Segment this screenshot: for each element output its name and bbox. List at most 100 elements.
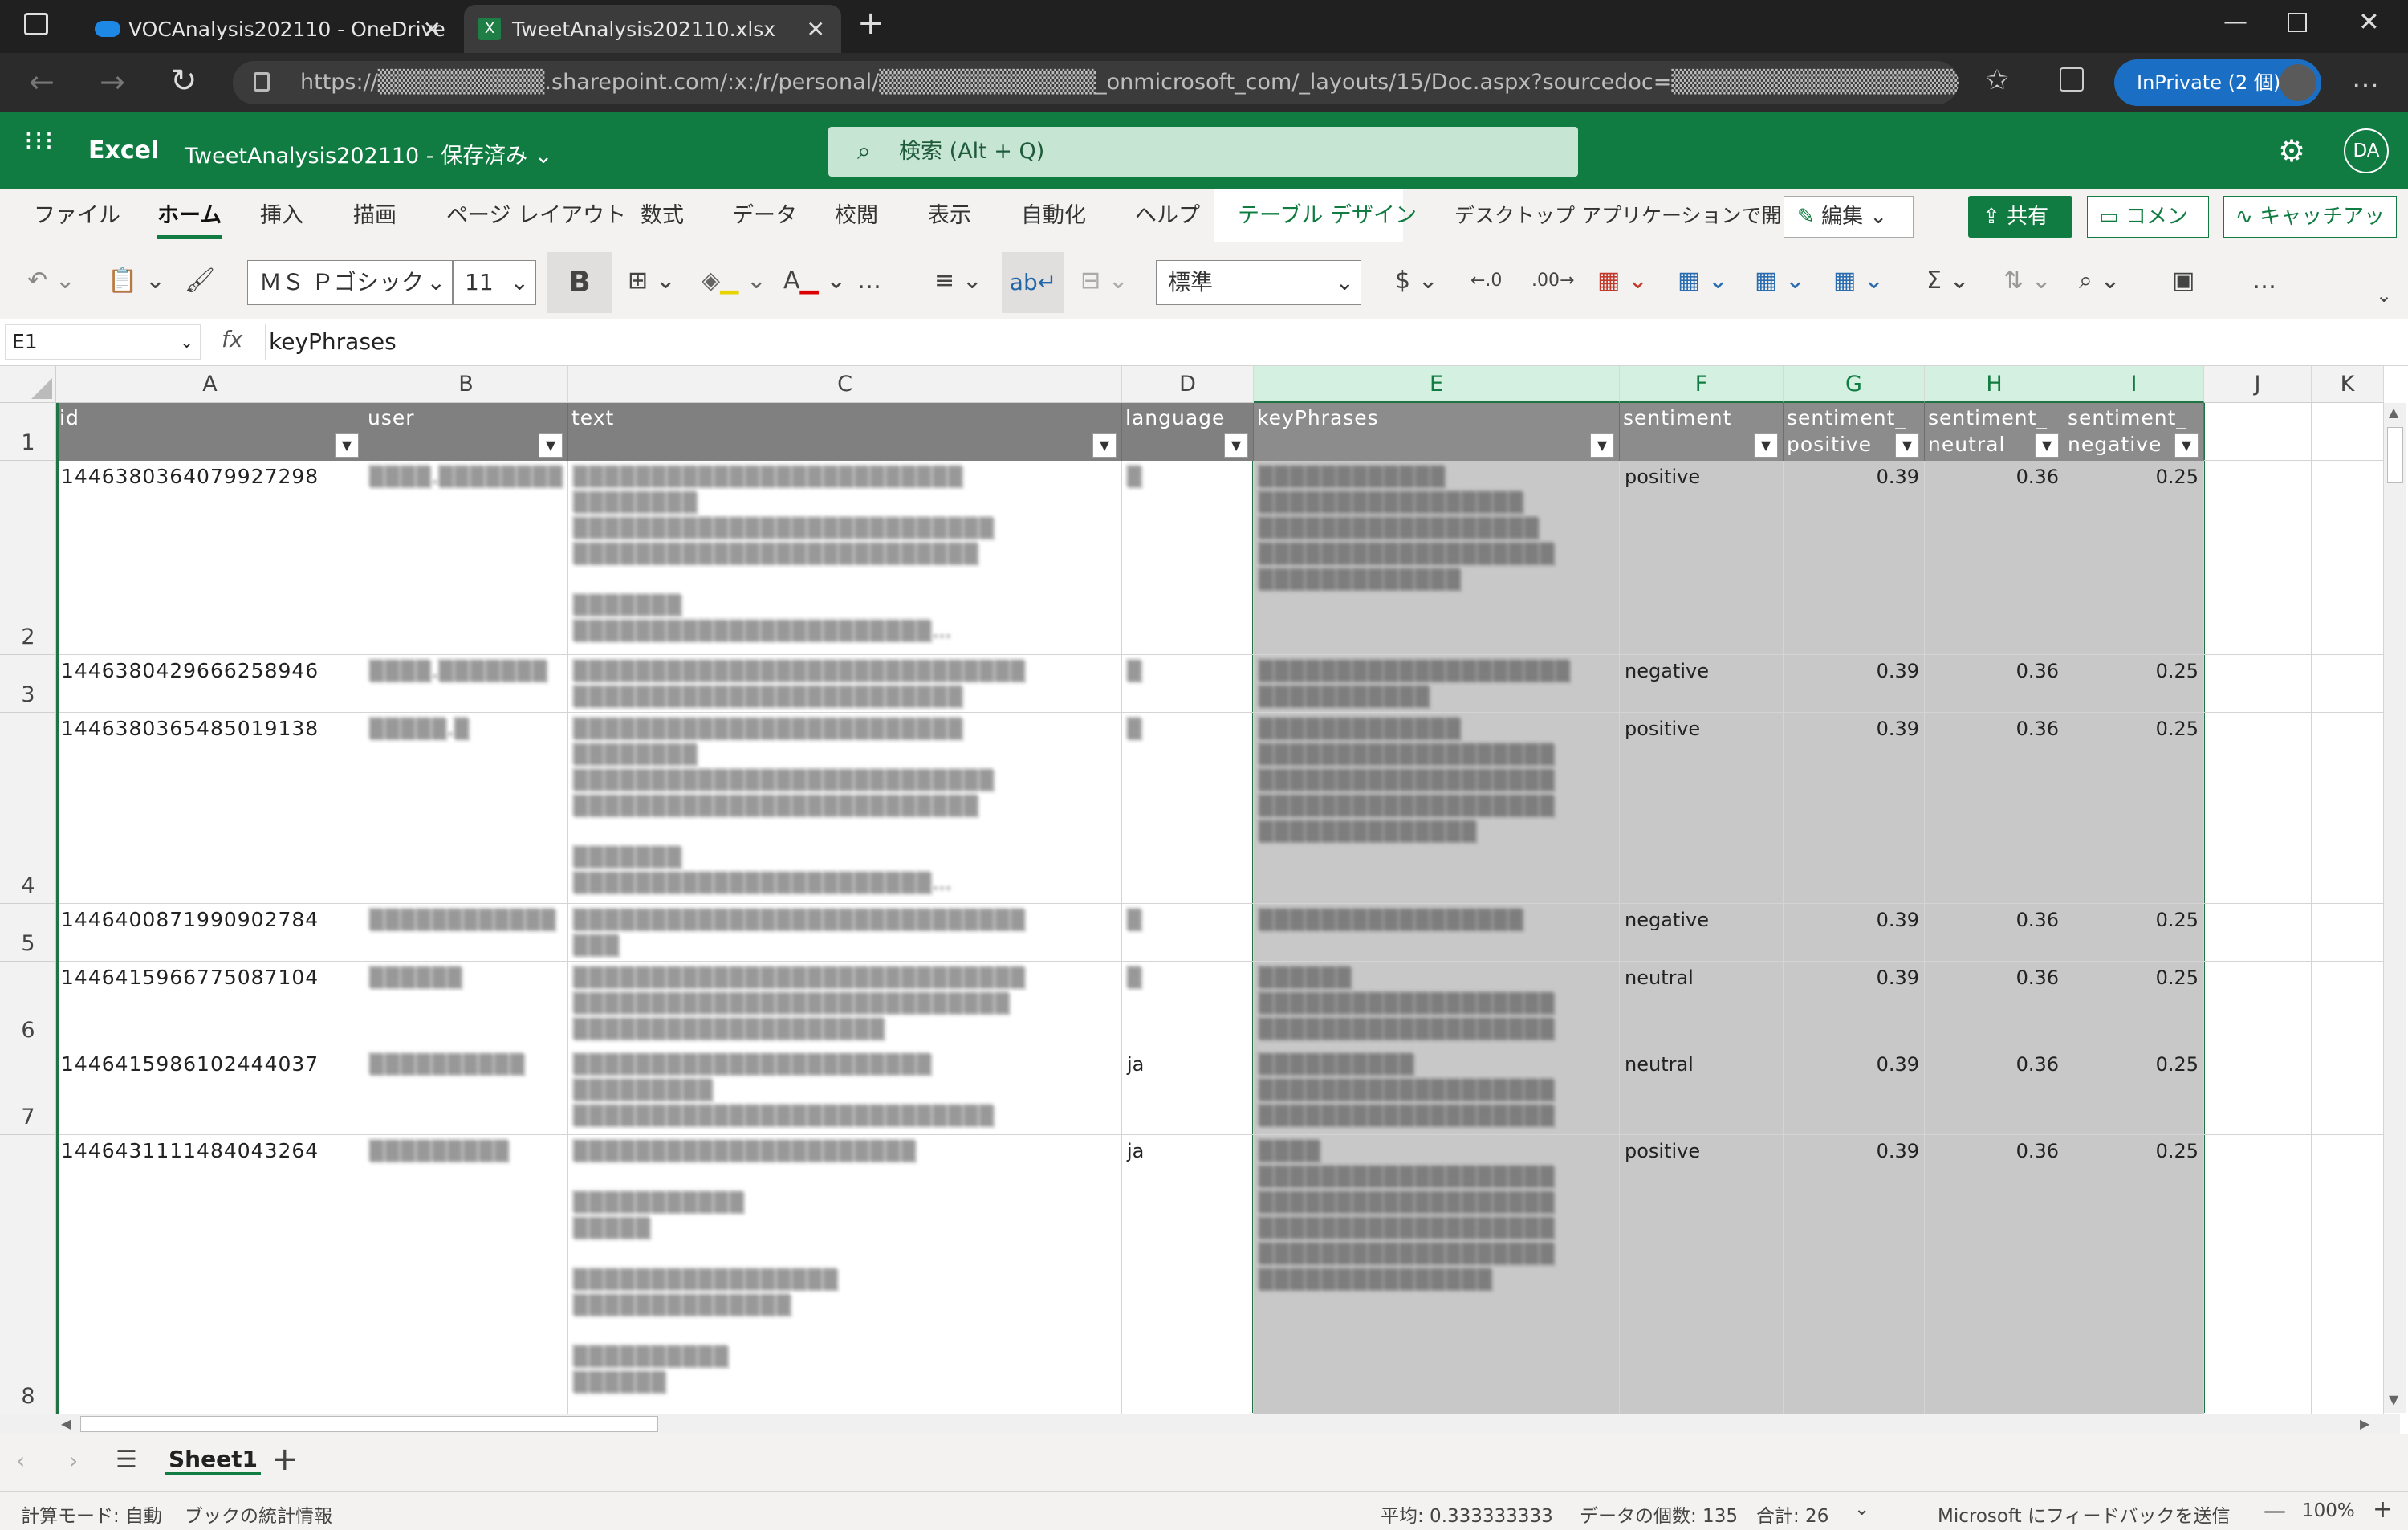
id-cell[interactable]: 1446400871990902784 [56,904,364,962]
autosum-icon[interactable]: Σ ⌄ [1926,242,1970,319]
comment-button[interactable]: ▭ コメント [2087,196,2209,269]
sentiment-negative-cell[interactable]: 0.25 [2064,962,2204,1048]
sentiment-negative-cell[interactable]: 0.25 [2064,655,2204,713]
increase-decimal-icon[interactable]: ←.0 [1470,242,1502,319]
sentiment-neutral-cell[interactable]: 0.36 [1925,962,2064,1048]
undo-icon[interactable]: ↶ ⌄ [27,242,75,319]
text-cell[interactable]: ▒▒▒▒▒▒▒▒▒▒▒▒▒▒▒▒▒▒▒▒▒▒▒▒▒ ▒▒▒▒▒▒▒▒ ▒▒▒▒▒… [568,713,1122,904]
zoom-level[interactable]: 100% [2302,1500,2355,1521]
filter-dropdown-icon[interactable]: ▼ [2174,433,2199,458]
table-header-cell[interactable]: user ▼ [364,403,568,461]
sentiment-neutral-cell[interactable]: 0.36 [1925,713,2064,904]
empty-cell[interactable] [2312,1135,2384,1414]
sentiment-negative-cell[interactable]: 0.25 [2064,1135,2204,1414]
tab-insert[interactable]: 挿入 [260,189,303,242]
catchup-button[interactable]: ∿ キャッチアップ [2223,196,2397,269]
sentiment-positive-cell[interactable]: 0.39 [1784,904,1925,962]
user-cell[interactable]: ▒▒▒▒▒▒▒▒▒▒▒▒ [364,904,568,962]
column-header-b[interactable]: B [364,366,568,403]
tab-draw[interactable]: 描画 [353,189,397,242]
row-header-7[interactable]: 7 [0,1048,56,1135]
filter-dropdown-icon[interactable]: ▼ [1224,433,1248,458]
share-button[interactable]: ⇪ 共有 [1968,196,2072,238]
forward-icon[interactable]: → [100,64,125,100]
maximize-icon[interactable] [2288,13,2307,32]
open-desktop-button[interactable]: デスクトップ アプリケーションで開く [1454,189,1801,242]
app-launcher-icon[interactable]: ⁝⁝⁝ [24,128,55,155]
select-all-corner[interactable] [0,366,56,403]
tab-file[interactable]: ファイル [34,189,120,242]
user-cell[interactable]: ▒▒▒▒▒▒ [364,962,568,1048]
user-cell[interactable]: ▒▒▒▒▒.▒ [364,713,568,904]
sentiment-negative-cell[interactable]: 0.25 [2064,461,2204,655]
font-size-select[interactable]: 11 ⌄ [453,260,536,305]
sentiment-positive-cell[interactable]: 0.39 [1784,713,1925,904]
more-icon[interactable]: … [2352,63,2379,95]
id-cell[interactable]: 1446415966775087104 [56,962,364,1048]
id-cell[interactable]: 1446380365485019138 [56,713,364,904]
column-header-e[interactable]: E [1254,366,1620,403]
filter-dropdown-icon[interactable]: ▼ [1754,433,1778,458]
id-cell[interactable]: 1446415986102444037 [56,1048,364,1135]
keyphrases-cell[interactable]: ▒▒▒▒▒▒▒▒▒▒▒▒▒ ▒▒▒▒▒▒▒▒▒▒▒▒▒▒▒▒▒▒▒ ▒▒▒▒▒▒… [1254,713,1620,904]
back-icon[interactable]: ← [29,64,55,100]
workbook-stats[interactable]: ブックの統計情報 [185,1500,332,1528]
font-name-select[interactable]: ＭＳ Ｐゴシック ⌄ [247,260,453,305]
minimize-icon[interactable]: — [2223,8,2247,36]
empty-cell[interactable] [2204,1048,2312,1135]
keyphrases-cell[interactable]: ▒▒▒▒ ▒▒▒▒▒▒▒▒▒▒▒▒▒▒▒▒▒▒▒ ▒▒▒▒▒▒▒▒▒▒▒▒▒▒▒… [1254,1135,1620,1414]
merge-icon[interactable]: ⊟ ⌄ [1080,242,1129,319]
number-format-select[interactable]: 標準 ⌄ [1156,260,1361,305]
format-table-icon[interactable]: ▦ ⌄ [1678,242,1728,319]
sentiment-cell[interactable]: neutral [1620,1048,1784,1135]
column-header-g[interactable]: G [1784,366,1925,403]
wrap-text-icon[interactable]: ab↵ [1002,252,1064,313]
sheet-tab-sheet1[interactable]: Sheet1 [165,1446,261,1475]
column-header-f[interactable]: F [1620,366,1784,403]
user-cell[interactable]: ▒▒▒▒.▒▒▒▒▒▒▒ [364,655,568,713]
font-color-icon[interactable]: A▁ ⌄ [783,242,846,319]
sentiment-cell[interactable]: positive [1620,713,1784,904]
sentiment-negative-cell[interactable]: 0.25 [2064,904,2204,962]
filter-dropdown-icon[interactable]: ▼ [1092,433,1117,458]
tab-page-layout[interactable]: ページ レイアウト [446,189,626,242]
paste-icon[interactable]: 📋 ⌄ [108,242,165,319]
user-avatar[interactable]: DA [2344,128,2389,173]
new-tab-icon[interactable]: + [857,5,885,42]
user-cell[interactable]: ▒▒▒▒▒▒▒▒▒▒ [364,1048,568,1135]
prev-sheet-icon[interactable]: ‹ [16,1447,25,1474]
sentiment-neutral-cell[interactable]: 0.36 [1925,655,2064,713]
language-cell[interactable]: ▒ [1122,904,1254,962]
empty-cell[interactable] [2312,1048,2384,1135]
row-header-5[interactable]: 5 [0,904,56,962]
browser-tab-excel[interactable]: X TweetAnalysis202110.xlsx ✕ [464,5,841,53]
scroll-right-icon[interactable]: ▶ [2360,1416,2369,1431]
text-cell[interactable]: ▒▒▒▒▒▒▒▒▒▒▒▒▒▒▒▒▒▒▒▒▒▒▒▒▒ ▒▒▒▒▒▒▒▒ ▒▒▒▒▒… [568,461,1122,655]
close-tab-icon[interactable]: ✕ [423,16,441,43]
refresh-icon[interactable]: ↻ [170,63,197,100]
cell-styles-icon[interactable]: ▦ ⌄ [1755,242,1805,319]
empty-cell[interactable] [2204,655,2312,713]
next-sheet-icon[interactable]: › [69,1447,78,1474]
empty-cell[interactable] [2204,713,2312,904]
fill-color-icon[interactable]: ◈▁ ⌄ [702,242,767,319]
inprivate-button[interactable]: InPrivate (2 個) [2114,59,2321,106]
column-header-j[interactable]: J [2204,366,2312,403]
decrease-decimal-icon[interactable]: .00→ [1531,242,1574,319]
conditional-format-icon[interactable]: ▦ ⌄ [1597,242,1648,319]
row-header-2[interactable]: 2 [0,461,56,655]
feedback-link[interactable]: Microsoft にフィードバックを送信 [1938,1500,2231,1528]
favorites-icon[interactable]: ✩ [1986,64,2009,96]
table-header-cell[interactable]: sentiment ▼ [1620,403,1784,461]
analyze-data-icon[interactable]: ▣ [2172,242,2194,319]
id-cell[interactable]: 1446380429666258946 [56,655,364,713]
tab-data[interactable]: データ [732,189,797,242]
empty-cell[interactable] [2204,904,2312,962]
id-cell[interactable]: 1446431111484043264 [56,1135,364,1414]
sort-filter-icon[interactable]: ⇅ ⌄ [2003,242,2052,319]
empty-cell[interactable] [2312,403,2384,461]
sentiment-negative-cell[interactable]: 0.25 [2064,1048,2204,1135]
empty-cell[interactable] [2204,403,2312,461]
column-header-c[interactable]: C [568,366,1122,403]
column-header-i[interactable]: I [2064,366,2204,403]
